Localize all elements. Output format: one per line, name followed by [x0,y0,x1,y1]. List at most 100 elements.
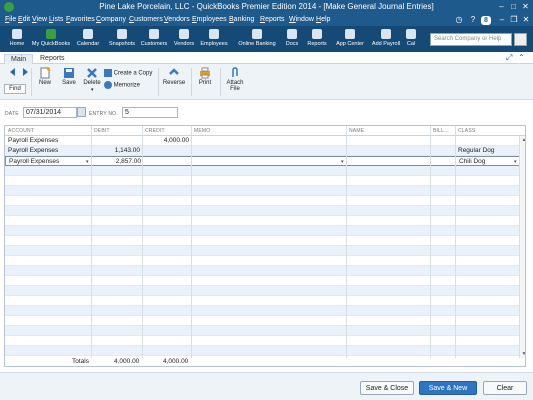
iconbar-online-banking[interactable]: Online Banking [236,29,278,51]
minimize-doc-icon[interactable]: – [497,15,507,25]
col-billable[interactable]: BILL... [433,128,449,134]
table-row[interactable] [5,346,525,356]
class-dropdown-icon[interactable]: ▾ [514,159,517,165]
create-copy-button[interactable]: Create a Copy [104,69,152,77]
table-row[interactable] [5,276,525,286]
iconbar-add-payroll[interactable]: Add Payroll [370,29,402,51]
table-row[interactable] [5,226,525,236]
save-button[interactable]: Save [60,67,78,86]
iconbar-home[interactable]: Home [8,29,26,51]
iconbar-my-quickbooks[interactable]: My QuickBooks [30,29,72,51]
cell-account[interactable]: Payroll Expenses [8,147,58,154]
close-button[interactable]: ✕ [521,2,530,11]
iconbar-cal[interactable]: Cal [404,29,418,51]
table-row[interactable] [5,246,525,256]
iconbar-docs[interactable]: Docs [284,29,300,51]
iconbar-app-center[interactable]: App Center [335,29,365,51]
table-row[interactable] [5,296,525,306]
cell-class[interactable]: Regular Dog [458,147,495,154]
cell-account[interactable]: Payroll Expenses [9,158,59,165]
search-icon[interactable] [514,33,527,46]
table-row[interactable] [5,186,525,196]
date-field[interactable]: 07/31/2014 [23,107,77,118]
memorize-button[interactable]: Memorize [104,81,140,89]
search-input[interactable]: Search Company or Help [430,33,512,46]
delete-dropdown-icon[interactable]: ▾ [91,87,94,93]
menu-banking[interactable]: Banking [229,16,254,23]
menu-employees[interactable]: Employees [192,16,227,23]
iconbar-calendar[interactable]: Calendar [75,29,101,51]
tab-reports[interactable]: Reports [34,54,71,64]
menu-company[interactable]: Company [96,16,126,23]
restore-doc-icon[interactable]: ❐ [509,15,519,25]
print-button[interactable]: Print [196,67,214,86]
close-doc-icon[interactable]: ✕ [521,15,531,25]
col-credit[interactable]: CREDIT [145,128,165,134]
clock-icon[interactable]: ◷ [454,15,464,25]
table-row[interactable] [5,206,525,216]
delete-button[interactable]: Delete [82,67,102,86]
cell-account[interactable]: Payroll Expenses [8,137,58,144]
cell-credit[interactable]: 4,000.00 [142,137,189,144]
cell-debit[interactable]: 1,143.00 [91,147,140,154]
cell-debit[interactable]: 2,857.00 [92,158,141,165]
alerts-badge[interactable]: 8 [481,16,491,25]
table-row[interactable] [5,176,525,186]
col-name[interactable]: NAME [349,128,364,134]
col-account[interactable]: ACCOUNT [8,128,34,134]
grid-scrollbar[interactable]: ▲ ▼ [519,136,525,358]
help-icon[interactable]: ? [468,15,478,25]
table-row[interactable] [5,216,525,226]
iconbar-reports[interactable]: Reports [306,29,328,51]
collapse-icon[interactable]: ⌃ [518,53,525,62]
menu-view[interactable]: View [32,16,47,23]
attach-file-button[interactable]: Attach File [224,67,246,92]
menu-reports[interactable]: Reports [260,16,285,23]
col-class[interactable]: CLASS [458,128,475,134]
menu-edit[interactable]: Edit [18,16,30,23]
menu-file[interactable]: File [5,16,16,23]
vendors-icon [179,29,189,39]
account-dropdown-icon[interactable]: ▾ [86,159,89,165]
table-row[interactable] [5,326,525,336]
col-debit[interactable]: DEBIT [94,128,110,134]
find-button[interactable]: Find [4,67,28,94]
iconbar-snapshots[interactable]: Snapshots [107,29,137,51]
table-row[interactable] [5,256,525,266]
table-row[interactable]: Payroll Expenses 2,857.00 Chili Dog ▾ ▾ ▾ [5,156,525,166]
maximize-button[interactable]: □ [509,2,518,11]
menu-customers[interactable]: Customers [129,16,163,23]
save-new-button[interactable]: Save & New [419,381,477,395]
table-row[interactable] [5,196,525,206]
menu-vendors[interactable]: Vendors [164,16,190,23]
iconbar-customers[interactable]: Customers [140,29,168,51]
name-dropdown-icon[interactable]: ▾ [341,159,344,165]
cell-class[interactable]: Chili Dog [459,158,485,165]
table-row[interactable] [5,286,525,296]
table-row[interactable] [5,166,525,176]
table-row[interactable] [5,266,525,276]
scroll-up-icon[interactable]: ▲ [520,136,525,144]
table-row[interactable] [5,306,525,316]
menu-window[interactable]: Window [289,16,314,23]
calendar-picker-icon[interactable] [77,107,86,117]
entry-no-field[interactable]: 5 [122,107,178,118]
save-close-button[interactable]: Save & Close [360,381,414,395]
expand-icon[interactable]: ⤢ [506,53,512,63]
iconbar-vendors[interactable]: Vendors [172,29,196,51]
table-row[interactable]: Payroll Expenses 4,000.00 [5,136,525,146]
tab-main[interactable]: Main [4,54,34,64]
new-button[interactable]: New [36,66,54,86]
minimize-button[interactable]: – [497,2,506,11]
table-row[interactable] [5,336,525,346]
table-row[interactable] [5,316,525,326]
reverse-button[interactable]: Reverse [162,67,186,86]
menu-lists[interactable]: Lists [49,16,63,23]
iconbar-employees[interactable]: Employees [199,29,229,51]
table-row[interactable] [5,236,525,246]
menu-help[interactable]: Help [316,16,330,23]
table-row[interactable]: Payroll Expenses 1,143.00 Regular Dog [5,146,525,156]
clear-button[interactable]: Clear [483,381,527,395]
menu-favorites[interactable]: Favorites [66,16,95,23]
col-memo[interactable]: MEMO [194,128,210,134]
